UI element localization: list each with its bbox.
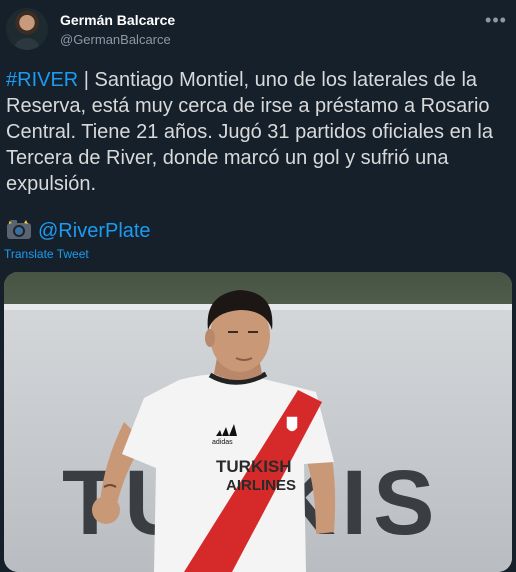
tweet-body: | Santiago Montiel, uno de los laterales… [6, 69, 493, 195]
translate-tweet-link[interactable]: Translate Tweet [4, 247, 89, 261]
avatar[interactable] [6, 8, 48, 50]
tweet-header: Germán Balcarce @GermanBalcarce ••• [0, 0, 516, 60]
mention-link[interactable]: @RiverPlate [38, 220, 151, 242]
player-photo: TURKIS adidas TURKISH AI [4, 272, 512, 572]
sleeve-brand: adidas [212, 439, 233, 446]
jersey-sponsor-line1: TURKISH [216, 457, 292, 476]
camera-icon [6, 218, 32, 240]
more-icon[interactable]: ••• [484, 8, 508, 32]
tweet-photo[interactable]: TURKIS adidas TURKISH AI [4, 272, 512, 572]
author-handle[interactable]: @GermanBalcarce [60, 32, 171, 47]
jersey-sponsor-line2: AIRLINES [226, 477, 296, 494]
tweet-text: #RIVER | Santiago Montiel, uno de los la… [6, 67, 508, 197]
mention-line: @RiverPlate [6, 218, 151, 244]
author-name[interactable]: Germán Balcarce [60, 12, 175, 28]
hashtag-link[interactable]: #RIVER [6, 69, 78, 91]
